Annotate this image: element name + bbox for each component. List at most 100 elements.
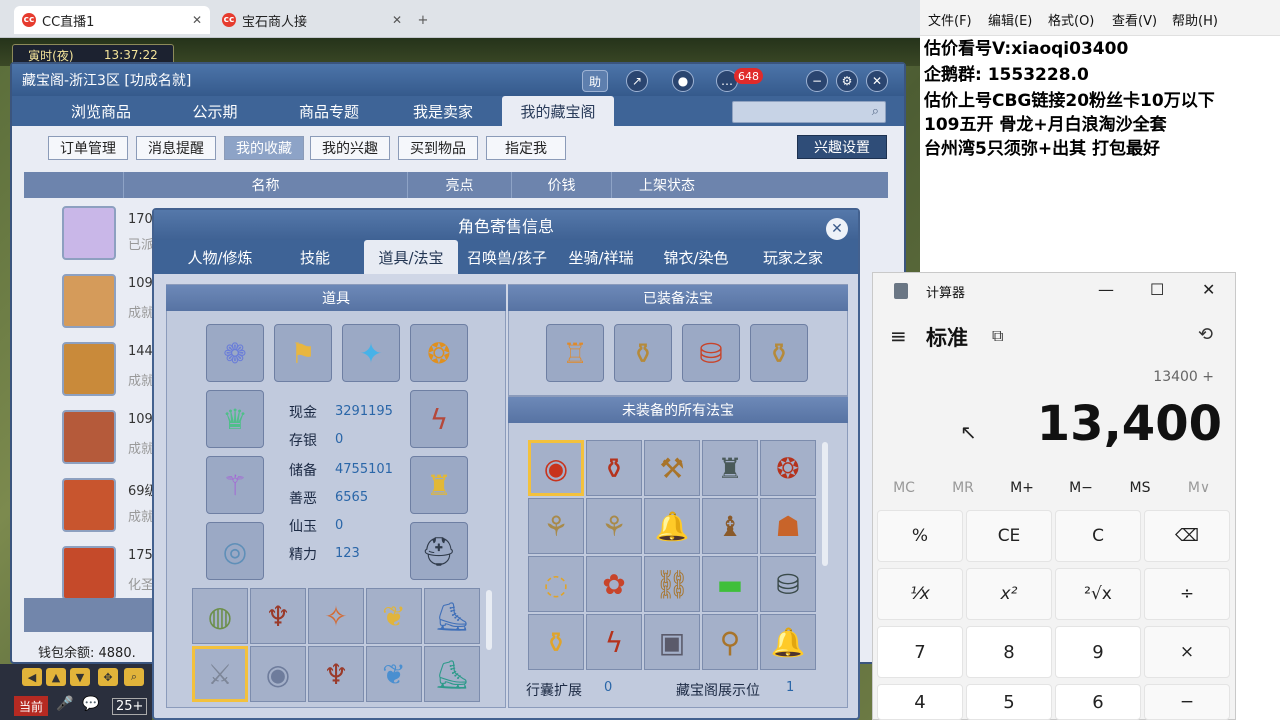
square-key[interactable]: x² [966,568,1052,620]
record-icon[interactable]: ● [672,70,694,92]
treasure-slot[interactable]: 🔔 [644,498,700,554]
subtab-purchased[interactable]: 买到物品 [398,136,478,160]
treasure-slot[interactable]: ⚲ [702,614,758,670]
staff-item[interactable]: ⚚ [206,456,264,514]
treasure-slot[interactable]: ♜ [702,440,758,496]
treasure-slot[interactable]: 🔔 [760,614,816,670]
avatar[interactable] [62,342,116,396]
close-icon[interactable]: ✕ [1202,280,1215,299]
maximize-icon[interactable]: ☐ [1150,280,1164,299]
treasure-slot[interactable]: ◉ [528,440,584,496]
backspace-key[interactable]: ⌫ [1144,510,1230,562]
treasure-slot[interactable]: ⚘ [528,498,584,554]
menu-file[interactable]: 文件(F) [928,10,972,29]
keep-on-top-icon[interactable]: ⧉ [992,326,1003,346]
tab-mounts[interactable]: 坐骑/祥瑞 [554,240,648,274]
subtab-messages[interactable]: 消息提醒 [136,136,216,160]
lantern-treasure[interactable]: ♖ [546,324,604,382]
treasure-slot[interactable]: ▣ [644,614,700,670]
multiply-key[interactable]: × [1144,626,1230,678]
tab-character[interactable]: 人物/修炼 [174,240,266,274]
close-icon[interactable]: ✕ [192,13,202,27]
flag-item[interactable]: ⚑ [274,324,332,382]
arrow-down-icon[interactable]: ▼ [70,668,90,686]
minimize-icon[interactable]: — [1098,280,1114,299]
treasure-slot[interactable]: ϟ [586,614,642,670]
inventory-scrollbar[interactable] [486,590,492,650]
digit-9-key[interactable]: 9 [1055,626,1141,678]
tab-seller[interactable]: 我是卖家 [386,96,500,126]
ms-button[interactable]: MS [1110,480,1170,496]
avatar[interactable] [62,206,116,260]
tab-public[interactable]: 公示期 [158,96,272,126]
search-input[interactable]: ⌕ [732,101,886,123]
treasure-slot[interactable]: ❂ [760,440,816,496]
zoom-icon[interactable]: ⌕ [124,668,144,686]
menu-view[interactable]: 查看(V) [1112,10,1157,29]
tab-items-treasures[interactable]: 道具/法宝 [364,240,458,274]
avatar[interactable] [62,478,116,532]
arrow-left-icon[interactable]: ◀ [22,668,42,686]
subtab-orders[interactable]: 订单管理 [48,136,128,160]
new-tab-button[interactable]: + [412,6,434,34]
reciprocal-key[interactable]: ⅟x [877,568,963,620]
avatar[interactable] [62,546,116,600]
tab-browse[interactable]: 浏览商品 [44,96,158,126]
sqrt-key[interactable]: ²√x [1055,568,1141,620]
minus-key[interactable]: − [1144,684,1230,720]
ce-key[interactable]: CE [966,510,1052,562]
inventory-slot[interactable]: ⛸ [424,646,480,702]
helmet-item[interactable]: ⛑ [410,522,468,580]
drum-treasure[interactable]: ⛁ [682,324,740,382]
robe-item[interactable]: ♜ [410,456,468,514]
mc-button[interactable]: MC [874,480,934,496]
inventory-slot[interactable]: ⚔ [192,646,248,702]
digit-5-key[interactable]: 5 [966,684,1052,720]
current-channel-button[interactable]: 当前 [14,696,48,716]
bag-treasure[interactable]: ⚱ [750,324,808,382]
m-minus-button[interactable]: M− [1051,480,1111,496]
interest-settings-button[interactable]: 兴趣设置 [797,135,887,159]
close-icon[interactable]: ✕ [392,13,402,27]
browser-tab-gem[interactable]: cc 宝石商人接 ✕ [214,6,410,34]
jade-item[interactable]: ✦ [342,324,400,382]
inventory-slot[interactable]: ✧ [308,588,364,644]
inventory-slot[interactable]: ❦ [366,588,422,644]
gear-icon[interactable]: ⚙ [836,70,858,92]
avatar[interactable] [62,274,116,328]
subtab-interests[interactable]: 我的兴趣 [310,136,390,160]
browser-tab-cc[interactable]: cc CC直播1 ✕ [14,6,210,34]
ring-item[interactable]: ◎ [206,522,264,580]
mic-icon[interactable]: 🎤 [56,696,73,712]
menu-help[interactable]: 帮助(H) [1172,10,1218,29]
bracelet-item[interactable]: ❂ [410,324,468,382]
help-button[interactable]: 助 [582,70,608,92]
whip-item[interactable]: ϟ [410,390,468,448]
inventory-slot[interactable]: ◍ [192,588,248,644]
percent-key[interactable]: % [877,510,963,562]
tab-skills[interactable]: 技能 [270,240,360,274]
m-plus-button[interactable]: M+ [992,480,1052,496]
treasure-slot[interactable]: ⚱ [586,440,642,496]
divide-key[interactable]: ÷ [1144,568,1230,620]
treasure-slot[interactable]: ☗ [760,498,816,554]
digit-7-key[interactable]: 7 [877,626,963,678]
digit-6-key[interactable]: 6 [1055,684,1141,720]
treasure-slot[interactable]: ⛓ [644,556,700,612]
menu-edit[interactable]: 编辑(E) [988,10,1032,29]
digit-8-key[interactable]: 8 [966,626,1052,678]
inventory-slot[interactable]: ❦ [366,646,422,702]
chat-bubble-icon[interactable]: 💬 [82,696,99,712]
digit-4-key[interactable]: 4 [877,684,963,720]
crown-item[interactable]: ♛ [206,390,264,448]
treasure-slot[interactable]: ⚘ [586,498,642,554]
inventory-slot[interactable]: ⛸ [424,588,480,644]
menu-format[interactable]: 格式(O) [1048,10,1094,29]
treasure-slot[interactable]: ⚱ [528,614,584,670]
subtab-designated[interactable]: 指定我 [486,136,566,160]
treasure-slot[interactable]: ▬ [702,556,758,612]
treasure-slot[interactable]: ◌ [528,556,584,612]
pearl-item[interactable]: ❁ [206,324,264,382]
tab-topics[interactable]: 商品专题 [272,96,386,126]
move-icon[interactable]: ✥ [98,668,118,686]
